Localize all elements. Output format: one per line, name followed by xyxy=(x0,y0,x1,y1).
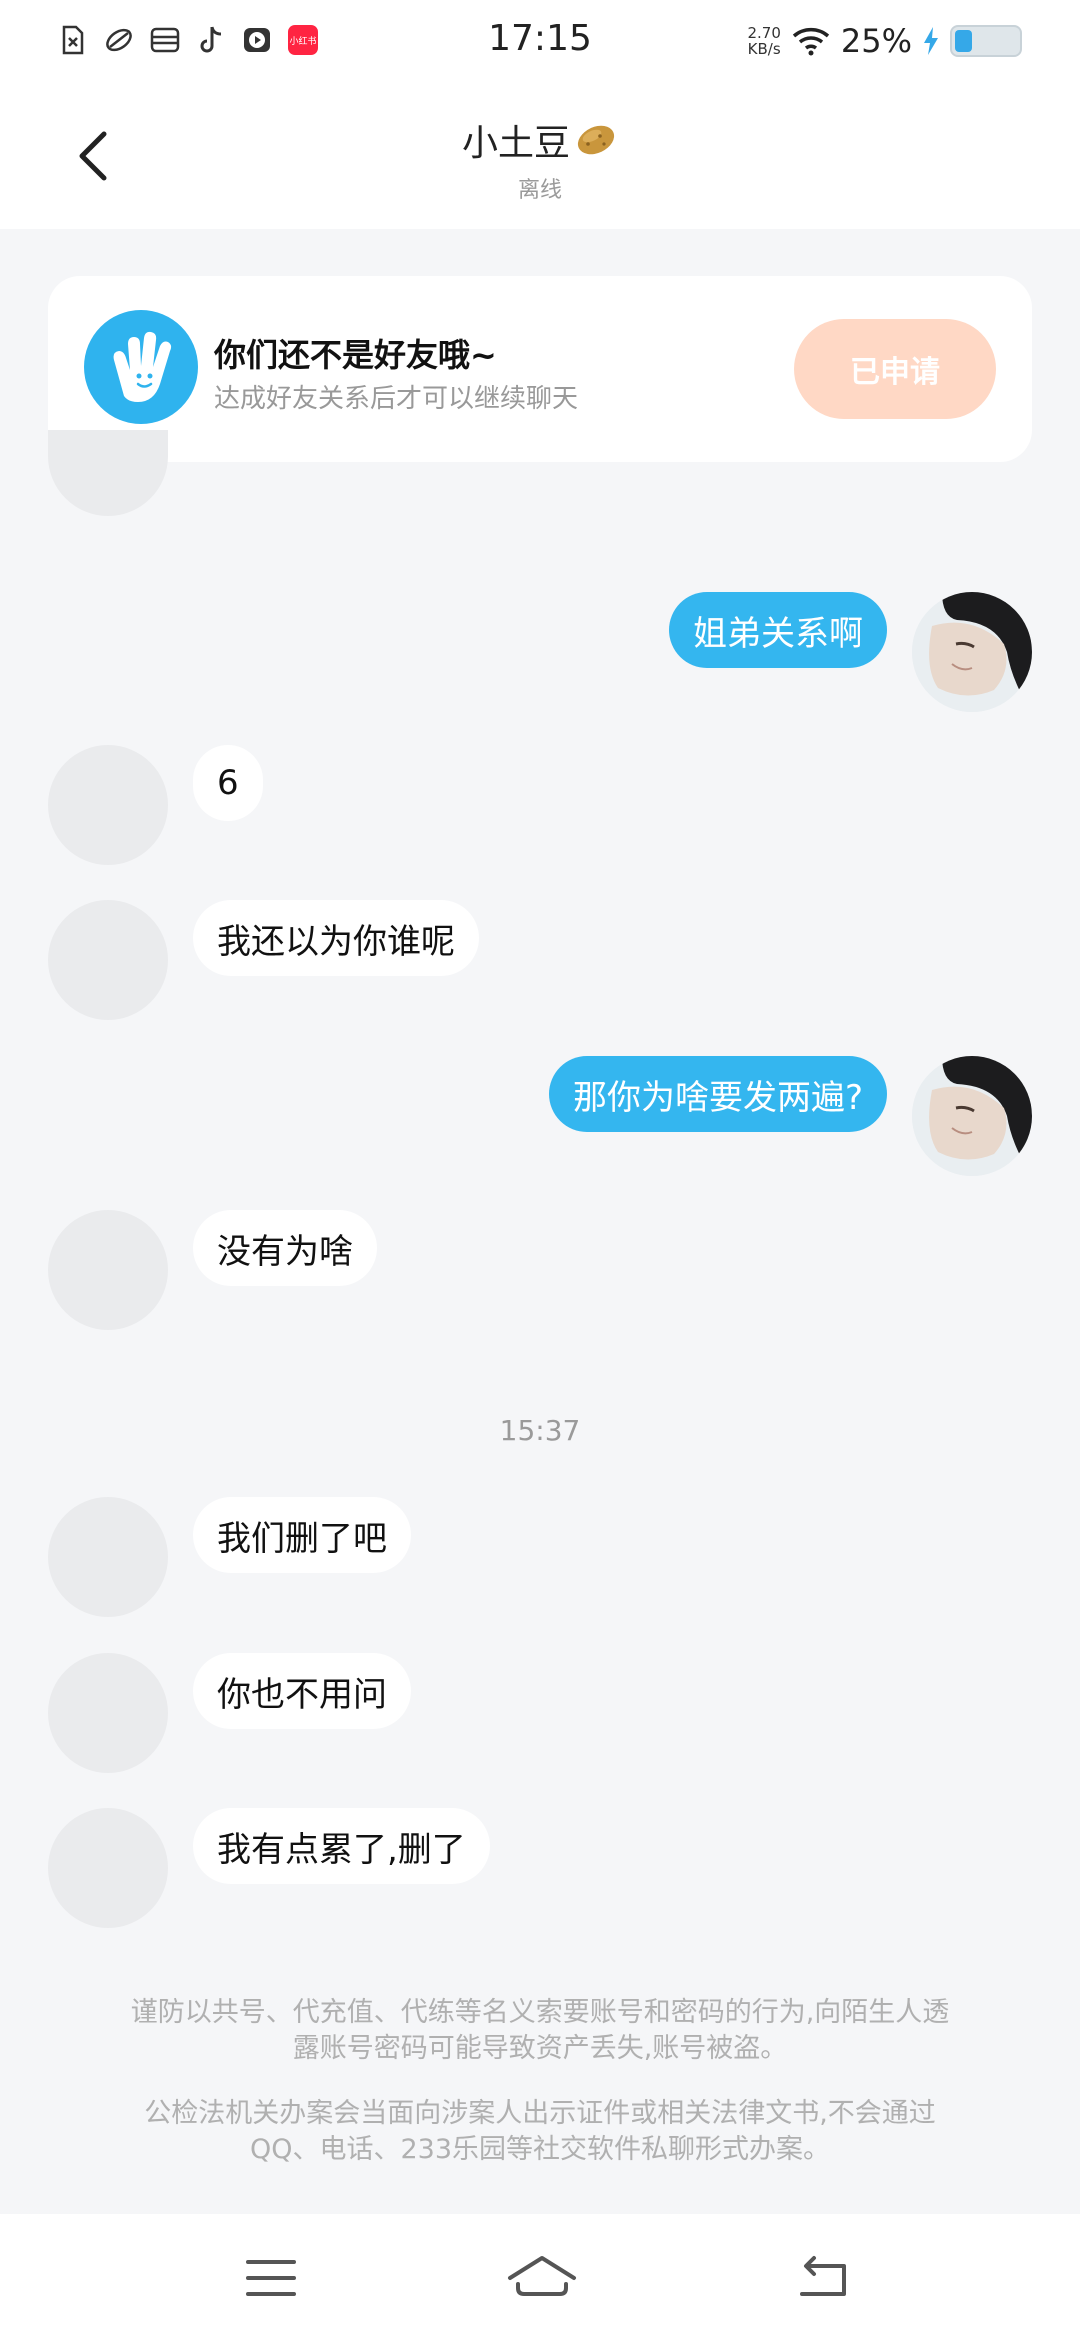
contact-avatar[interactable] xyxy=(48,1653,168,1773)
system-navigation-bar xyxy=(0,2214,1080,2340)
status-bar: 小红书 17:15 2.70 KB/s 25% xyxy=(0,0,1080,84)
charging-icon xyxy=(922,25,940,57)
disclaimer-line: QQ、电话、233乐园等社交软件私聊形式办案。 xyxy=(249,2134,831,2165)
message-bubble-incoming[interactable]: 你也不用问 xyxy=(193,1653,411,1729)
return-icon xyxy=(800,2256,846,2296)
menu-button[interactable] xyxy=(236,2250,306,2306)
contact-avatar[interactable] xyxy=(48,1497,168,1617)
time-divider: 15:37 xyxy=(499,1414,581,1447)
contact-title[interactable]: 小土豆 xyxy=(462,114,618,166)
status-icons-right: 2.70 KB/s 25% xyxy=(747,22,1022,60)
battery-icon xyxy=(950,25,1022,57)
message-bubble-outgoing[interactable]: 那你为啥要发两遍? xyxy=(548,1056,887,1132)
contact-avatar[interactable] xyxy=(48,430,168,516)
disclaimer-line: 露账号密码可能导致资产丢失,账号被盗。 xyxy=(292,2033,788,2064)
disclaimer-line: 谨防以共号、代充值、代练等名义索要账号和密码的行为,向陌生人透 xyxy=(130,1997,950,2028)
network-speed-value: 2.70 xyxy=(747,24,781,42)
disclaimer-line: 公检法机关办案会当面向涉案人出示证件或相关法律文书,不会通过 xyxy=(144,2098,936,2129)
message-bubble-incoming[interactable]: 我们删了吧 xyxy=(193,1497,411,1573)
message-bubble-incoming[interactable]: 6 xyxy=(193,745,263,821)
home-icon xyxy=(508,2256,576,2296)
friend-banner-subtitle: 达成好友关系后才可以继续聊天 xyxy=(214,384,579,414)
friend-request-banner: 你们还不是好友哦~ 达成好友关系后才可以继续聊天 已申请 xyxy=(48,276,1032,462)
message-bubble-incoming[interactable]: 我有点累了,删了 xyxy=(193,1808,490,1884)
contact-avatar[interactable] xyxy=(48,1210,168,1330)
title-block: 小土豆 离线 xyxy=(0,114,1080,204)
my-avatar[interactable] xyxy=(912,592,1032,712)
message-bubble-outgoing[interactable]: 姐弟关系啊 xyxy=(669,592,887,668)
message-bubble-incoming[interactable]: 没有为啥 xyxy=(193,1210,377,1286)
applied-button[interactable]: 已申请 xyxy=(794,319,996,419)
security-disclaimer: 谨防以共号、代充值、代练等名义索要账号和密码的行为,向陌生人透 露账号密码可能导… xyxy=(70,1995,1010,2067)
contact-status: 离线 xyxy=(517,178,562,203)
battery-level xyxy=(955,30,972,52)
friend-banner-title: 你们还不是好友哦~ xyxy=(214,336,497,374)
menu-icon xyxy=(246,2260,296,2296)
battery-percent: 25% xyxy=(840,22,912,60)
contact-avatar[interactable] xyxy=(48,1808,168,1928)
network-speed-unit: KB/s xyxy=(747,40,781,58)
hand-wave-icon xyxy=(84,310,198,424)
contact-name: 小土豆 xyxy=(461,123,570,164)
my-avatar[interactable] xyxy=(912,1056,1032,1176)
chat-header: 小土豆 离线 xyxy=(0,84,1080,229)
network-speed: 2.70 KB/s xyxy=(747,25,780,57)
wifi-icon xyxy=(791,25,831,57)
message-bubble-incoming[interactable]: 我还以为你谁呢 xyxy=(193,900,479,976)
contact-avatar[interactable] xyxy=(48,900,168,1020)
chat-messages: 姐弟关系啊 6 我还以为你谁呢 那你为啥要发两遍? 没有为啥 15:37 我们删… xyxy=(0,430,1080,1962)
potato-icon xyxy=(577,125,615,155)
contact-avatar[interactable] xyxy=(48,745,168,865)
home-button[interactable] xyxy=(504,2250,580,2306)
legal-disclaimer: 公检法机关办案会当面向涉案人出示证件或相关法律文书,不会通过 QQ、电话、233… xyxy=(70,2096,1010,2168)
back-nav-button[interactable] xyxy=(788,2250,858,2306)
